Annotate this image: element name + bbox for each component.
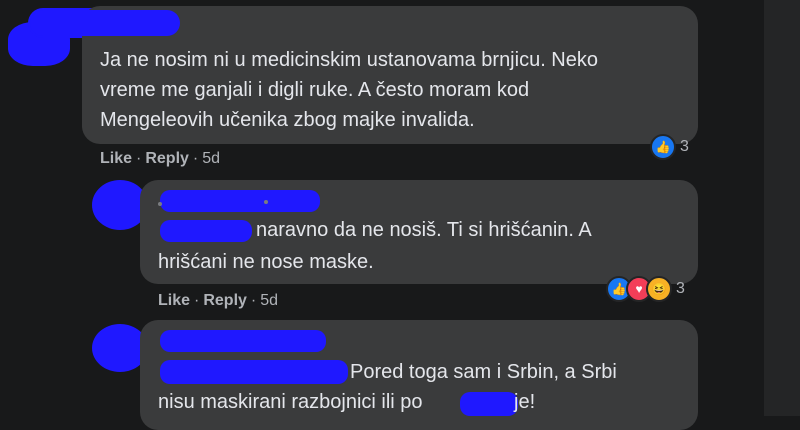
comment-text-line: hrišćani ne nose maske. <box>158 251 374 273</box>
reaction-count: 3 <box>676 280 685 297</box>
reaction-count: 3 <box>680 138 689 155</box>
like-link[interactable]: Like <box>100 150 132 167</box>
comment-text-line: naravno da ne nosiš. Ti si hrišćanin. A <box>256 219 592 241</box>
redacted-word <box>460 392 518 416</box>
comment-text-line: Mengeleovih učenika zbog majke invalida. <box>100 109 475 131</box>
like-icon: 👍 <box>650 134 676 160</box>
reply-link[interactable]: Reply <box>145 150 189 167</box>
reaction-summary[interactable]: 👍 ♥ 😆 3 <box>606 276 685 302</box>
timestamp[interactable]: 5d <box>202 150 220 167</box>
reply-link[interactable]: Reply <box>203 292 247 309</box>
separator-dot <box>264 200 268 204</box>
right-scroll-strip <box>764 0 800 416</box>
redacted-username <box>160 190 320 212</box>
comment-text-line: je! <box>514 391 536 413</box>
like-link[interactable]: Like <box>158 292 190 309</box>
haha-icon: 😆 <box>646 276 672 302</box>
timestamp[interactable]: 5d <box>260 292 278 309</box>
separator-dot <box>158 202 162 206</box>
comment-text-line: nisu maskirani razbojnici ili po <box>158 391 423 413</box>
comment-text-line: Pored toga sam i Srbin, a Srbi <box>350 361 617 383</box>
redacted-mention <box>160 220 252 242</box>
comment-actions: Like · Reply · 5d <box>158 292 279 309</box>
comment-actions: Like · Reply · 5d <box>100 150 221 167</box>
redacted-username <box>160 330 326 352</box>
reaction-summary[interactable]: 👍 3 <box>650 134 689 160</box>
redacted-mention <box>160 360 348 384</box>
comment-text-line: vreme me ganjali i digli ruke. A često m… <box>100 79 530 101</box>
redacted-username <box>30 10 180 36</box>
comment-text-line: Ja ne nosim ni u medicinskim ustanovama … <box>100 49 598 71</box>
